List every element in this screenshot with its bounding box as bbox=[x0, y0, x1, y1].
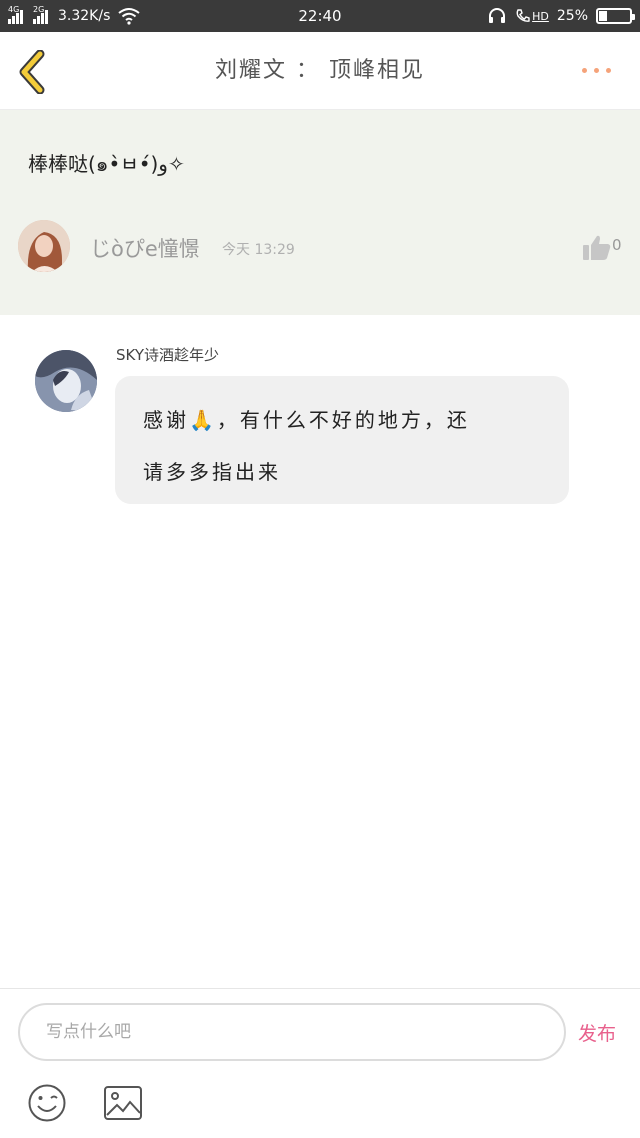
like-count: 0 bbox=[612, 236, 622, 254]
commenter-name[interactable]: SKY诗酒趁年少 bbox=[116, 344, 219, 365]
comment-text-line-2: 请多多指出来 bbox=[143, 460, 281, 484]
status-bar: 4G 2G 3.32K/s 22:40 HD 25% bbox=[0, 0, 640, 32]
headset-icon bbox=[489, 8, 506, 23]
comment-bubble: 感谢🙏，有什么不好的地方，还 请多多指出来 bbox=[115, 376, 569, 504]
like-button[interactable] bbox=[582, 234, 612, 262]
post-text: 棒棒哒(๑•̀ㅂ•́)و✧ bbox=[28, 152, 185, 176]
comment-input[interactable] bbox=[18, 1003, 566, 1061]
post-author-avatar[interactable] bbox=[18, 220, 70, 272]
post-author-name[interactable]: じòぴe憧憬 bbox=[90, 233, 200, 263]
smiley-icon bbox=[28, 1084, 66, 1122]
commenter-avatar[interactable] bbox=[35, 350, 97, 412]
composer-bar: 发布 bbox=[0, 988, 640, 1138]
thumbs-up-icon bbox=[583, 235, 611, 260]
hd-label: HD bbox=[532, 9, 549, 23]
image-icon bbox=[104, 1086, 142, 1120]
avatar-image bbox=[18, 220, 70, 272]
hd-call-indicator: HD bbox=[515, 8, 549, 24]
image-button[interactable] bbox=[103, 1085, 143, 1121]
publish-button[interactable]: 发布 bbox=[578, 1019, 616, 1046]
comment-text-line-1: 感谢🙏，有什么不好的地方，还 bbox=[143, 408, 470, 432]
header: 刘耀文 ： 顶峰相见 bbox=[0, 32, 640, 110]
avatar-image bbox=[35, 350, 97, 412]
original-post: 棒棒哒(๑•̀ㅂ•́)و✧ じòぴe憧憬 今天 13:29 0 bbox=[0, 110, 640, 315]
phone-icon bbox=[516, 9, 530, 22]
more-button[interactable] bbox=[582, 62, 618, 78]
battery-level bbox=[599, 11, 607, 21]
status-right: HD 25% bbox=[487, 0, 635, 32]
more-dots-icon bbox=[582, 67, 587, 73]
battery-percent: 25% bbox=[556, 8, 588, 24]
battery-icon bbox=[596, 8, 635, 24]
page-title: 刘耀文 ： 顶峰相见 bbox=[215, 58, 425, 83]
post-timestamp: 今天 13:29 bbox=[222, 242, 295, 258]
emoji-button[interactable] bbox=[27, 1083, 67, 1123]
